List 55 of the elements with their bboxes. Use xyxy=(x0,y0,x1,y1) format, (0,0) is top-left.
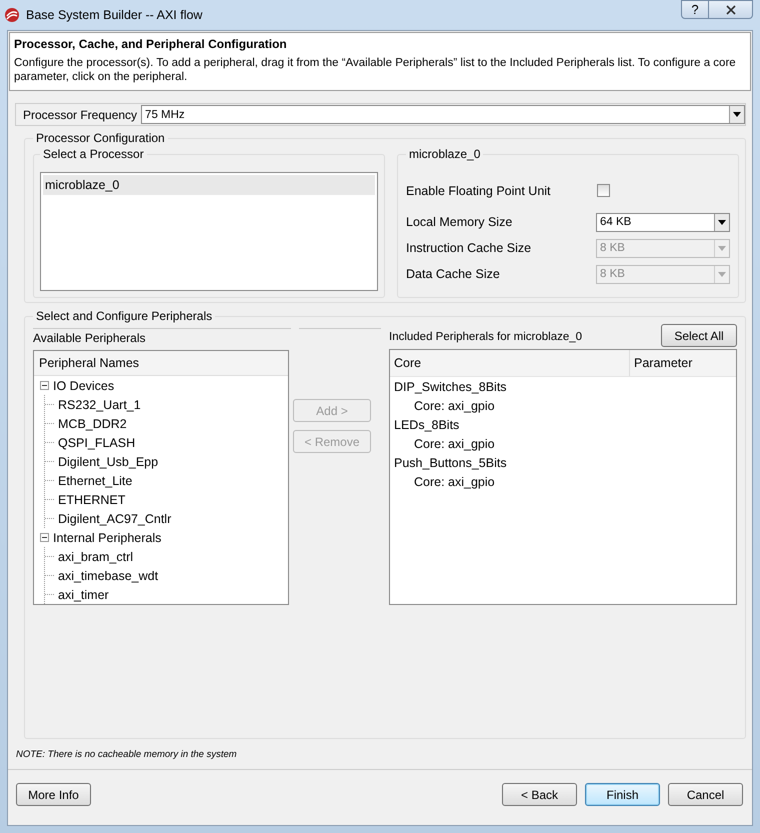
close-button[interactable] xyxy=(709,0,753,19)
collapse-icon[interactable] xyxy=(40,381,49,390)
field-label: Enable Floating Point Unit xyxy=(406,184,551,198)
dropdown[interactable]: 64 KB xyxy=(596,212,730,232)
tree-item[interactable]: ETHERNET xyxy=(58,492,126,506)
section-title: Available Peripherals xyxy=(33,331,146,345)
tree-item[interactable]: IO Devices xyxy=(53,378,114,392)
group-title: Select and Configure Peripherals xyxy=(35,309,214,323)
tree-item[interactable]: Ethernet_Lite xyxy=(58,474,132,488)
select-all-button[interactable]: Select All xyxy=(661,324,737,347)
page-description: Configure the processor(s). To add a peripheral, drag it from the “Available Peripherals” list to the Included Peripherals list. To configure a core parameter, click on the peripheral. xyxy=(14,56,737,84)
tree-item[interactable]: Digilent_AC97_Cntlr xyxy=(58,512,172,526)
tree-item[interactable]: Internal Peripherals xyxy=(53,530,162,544)
footer-button[interactable]: More Info xyxy=(16,783,91,806)
app-logo-icon xyxy=(4,7,20,23)
close-icon xyxy=(726,4,736,14)
tree-item[interactable]: axi_timebase_wdt xyxy=(58,568,158,582)
frequency-dropdown[interactable]: 75 MHz xyxy=(141,105,745,124)
window-title: Base System Builder -- AXI flow xyxy=(26,8,202,22)
column-header: Peripheral Names xyxy=(34,351,288,376)
column-header: Parameter xyxy=(633,356,694,370)
section-title: Included Peripherals for microblaze_0 xyxy=(389,331,582,343)
table-cell[interactable]: Core: axi_gpio xyxy=(414,436,495,450)
table-cell[interactable]: Core: axi_gpio xyxy=(414,474,495,488)
tree-item[interactable]: MCB_DDR2 xyxy=(58,416,127,430)
table-cell[interactable]: Core: axi_gpio xyxy=(414,398,495,412)
page-heading: Processor, Cache, and Peripheral Configuration xyxy=(14,37,288,51)
note-text: NOTE: There is no cacheable memory in the system xyxy=(16,749,238,760)
tree-item[interactable]: axi_bram_ctrl xyxy=(58,550,134,564)
column-header: Core xyxy=(390,350,630,376)
dropdown-arrow-icon xyxy=(718,246,726,250)
tree-item[interactable]: QSPI_FLASH xyxy=(58,436,136,450)
dropdown-arrow-icon xyxy=(718,272,726,276)
dropdown-arrow-icon xyxy=(718,220,726,224)
group-title: microblaze_0 xyxy=(408,147,482,161)
group-title: Processor Configuration xyxy=(35,131,166,145)
checkbox[interactable] xyxy=(597,184,610,197)
table-cell[interactable]: LEDs_8Bits xyxy=(394,418,460,432)
help-button[interactable]: ? xyxy=(681,0,709,19)
field-label: Local Memory Size xyxy=(406,215,512,229)
tree-item[interactable]: Digilent_Usb_Epp xyxy=(58,454,158,468)
tree-item[interactable]: RS232_Uart_1 xyxy=(58,398,141,412)
group-title: Select a Processor xyxy=(42,147,145,161)
footer-button[interactable]: Cancel xyxy=(668,783,743,806)
table-cell[interactable]: DIP_Switches_8Bits xyxy=(394,380,507,394)
tree-item[interactable]: axi_timer xyxy=(58,588,109,602)
footer-button[interactable]: Finish xyxy=(585,783,660,806)
footer-button[interactable]: < Back xyxy=(502,783,577,806)
list-item[interactable]: microblaze_0 xyxy=(43,175,375,195)
field-label: Data Cache Size xyxy=(406,267,500,281)
dropdown-arrow-icon xyxy=(733,112,741,117)
field-label: Instruction Cache Size xyxy=(406,241,532,255)
collapse-icon[interactable] xyxy=(40,533,49,542)
table-cell[interactable]: Push_Buttons_5Bits xyxy=(394,456,507,470)
field-label: Processor Frequency xyxy=(22,108,138,122)
